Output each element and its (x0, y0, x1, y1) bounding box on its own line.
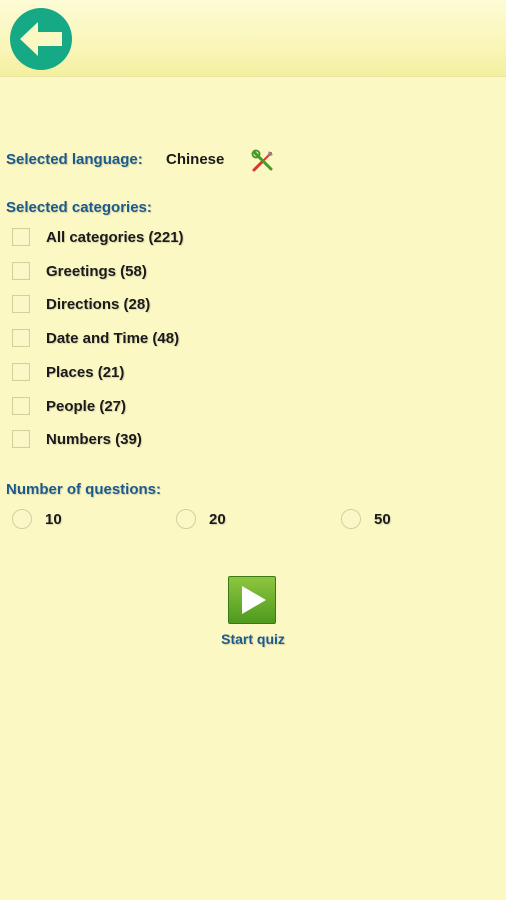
tools-icon[interactable] (250, 148, 276, 174)
checkbox[interactable] (12, 329, 30, 347)
radio-button[interactable] (176, 509, 196, 529)
checkbox[interactable] (12, 430, 30, 448)
category-places[interactable]: Places (21) (12, 360, 124, 384)
category-label: Places (21) (46, 363, 125, 381)
category-label: Numbers (39) (46, 430, 142, 448)
questions-option-50[interactable]: 50 (341, 507, 391, 531)
checkbox[interactable] (12, 228, 30, 246)
category-date-and-time[interactable]: Date and Time (48) (12, 326, 179, 350)
top-bar (0, 0, 506, 77)
category-label: Greetings (58) (46, 262, 147, 280)
category-label: All categories (221) (46, 228, 184, 246)
radio-button[interactable] (341, 509, 361, 529)
checkbox[interactable] (12, 295, 30, 313)
category-label: People (27) (46, 397, 127, 415)
questions-option-label: 50 (374, 510, 391, 528)
category-label: Directions (28) (46, 295, 151, 313)
checkbox[interactable] (12, 262, 30, 280)
category-all[interactable]: All categories (221) (12, 225, 184, 249)
questions-option-10[interactable]: 10 (12, 507, 62, 531)
radio-button[interactable] (12, 509, 32, 529)
category-label: Date and Time (48) (46, 329, 180, 347)
category-directions[interactable]: Directions (28) (12, 292, 150, 316)
selected-language-label: Selected language: (6, 151, 143, 168)
play-icon[interactable] (228, 576, 276, 624)
start-quiz-label[interactable]: Start quiz (200, 631, 306, 647)
number-of-questions-label: Number of questions: (6, 481, 162, 498)
category-people[interactable]: People (27) (12, 394, 126, 418)
start-quiz-button[interactable]: Start quiz (200, 576, 306, 652)
category-numbers[interactable]: Numbers (39) (12, 427, 142, 451)
checkbox[interactable] (12, 363, 30, 381)
checkbox[interactable] (12, 397, 30, 415)
back-arrow-icon (20, 22, 62, 56)
questions-option-label: 20 (209, 510, 226, 528)
category-greetings[interactable]: Greetings (58) (12, 259, 147, 283)
questions-option-label: 10 (45, 510, 62, 528)
selected-categories-label: Selected categories: (6, 199, 152, 216)
questions-option-20[interactable]: 20 (176, 507, 226, 531)
back-button[interactable] (10, 8, 72, 70)
selected-language-value: Chinese (166, 151, 225, 168)
